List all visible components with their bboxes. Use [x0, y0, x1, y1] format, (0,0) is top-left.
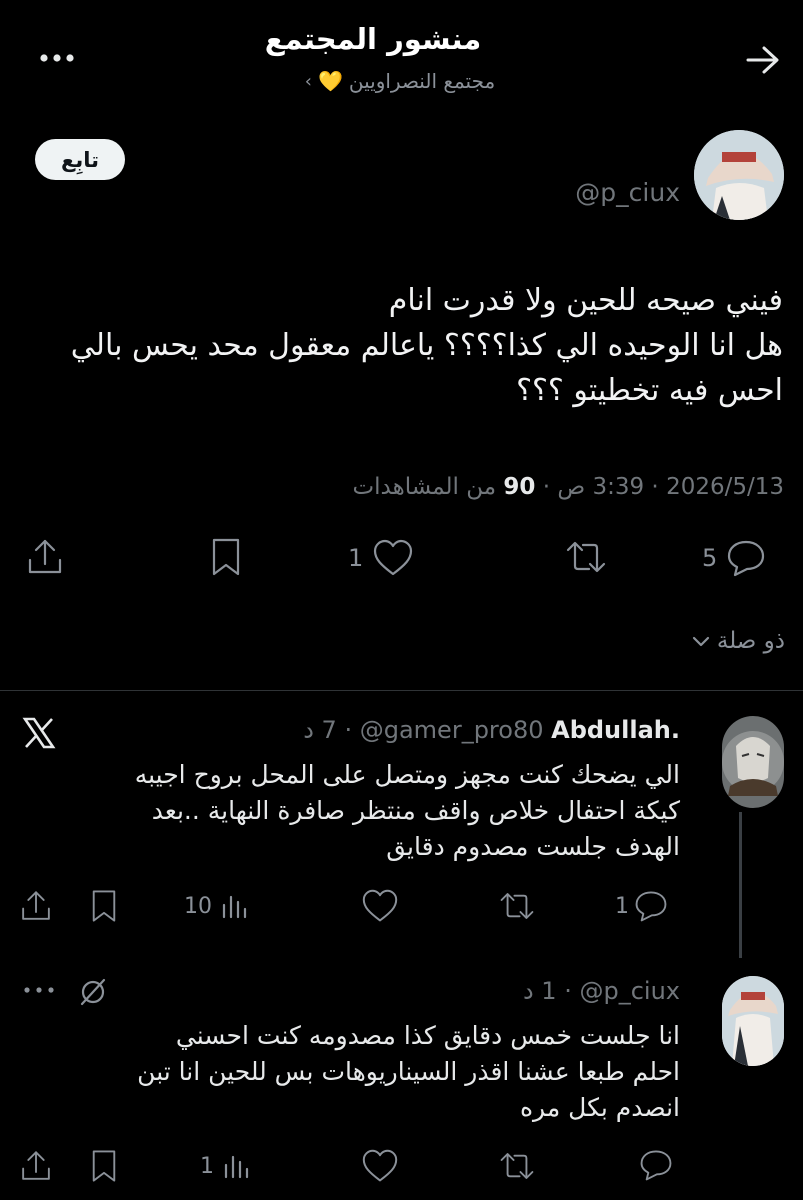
share-icon[interactable]	[18, 1148, 54, 1184]
bookmark-icon[interactable]	[208, 536, 244, 578]
post-time: 3:39 ص	[557, 474, 645, 500]
reply-count: 1	[615, 893, 629, 919]
reply-name[interactable]: Abdullah.	[551, 716, 680, 744]
reply-icon	[633, 889, 669, 923]
community-link[interactable]: مجتمع النصراويين 💛 ›	[280, 66, 520, 96]
heart-icon	[371, 538, 415, 578]
analytics-icon	[220, 891, 250, 921]
divider	[0, 690, 803, 691]
reply-button[interactable]: 5	[702, 536, 786, 580]
reply-line: كيكة احتفال خلاص واقف منتظر صافرة النهاي…	[151, 796, 680, 825]
meta-dot: ·	[535, 474, 551, 500]
chevron-icon: ›	[304, 70, 312, 92]
relevance-label: ذو صلة	[716, 628, 785, 654]
reply-line: الي يضحك كنت مجهز ومتصل على المحل بروح ا…	[134, 760, 680, 789]
reply-line: احلم طبعا عشنا اقذر السيناريوهات بس للحي…	[137, 1057, 680, 1086]
repost-icon[interactable]	[496, 1148, 538, 1184]
reply-header: Abdullah. @gamer_pro80 · 7 د	[200, 716, 680, 744]
reply-text: انا جلست خمس دقايق كذا مصدومه كنت احسني …	[30, 1018, 680, 1126]
reply-header: @p_ciux · 1 د	[300, 977, 680, 1005]
share-icon[interactable]	[24, 536, 66, 578]
reply-avatar[interactable]	[722, 976, 784, 1066]
views-label: من المشاهدات	[352, 474, 497, 500]
reply-count: 5	[702, 544, 718, 572]
views-button[interactable]: 10	[184, 888, 264, 924]
author-avatar[interactable]	[694, 130, 784, 220]
relevance-sort[interactable]: ذو صلة	[640, 625, 785, 657]
like-button[interactable]: 1	[348, 536, 430, 580]
reply-line: انا جلست خمس دقايق كذا مصدومه كنت احسني	[175, 1021, 680, 1050]
reply-text: الي يضحك كنت مجهز ومتصل على المحل بروح ا…	[30, 757, 680, 865]
post-text: فيني صيحه للحين ولا قدرت انام هل انا الو…	[20, 278, 783, 413]
repost-icon[interactable]	[496, 888, 538, 924]
community-name: مجتمع النصراويين	[348, 69, 496, 93]
repost-icon[interactable]	[562, 536, 610, 578]
views-count[interactable]: 90	[503, 474, 535, 500]
post-line: احس فيه تخطيتو ؟؟؟	[516, 373, 783, 408]
analytics-icon	[222, 1151, 252, 1181]
meta-dot: ·	[564, 977, 572, 1005]
like-count: 1	[348, 544, 364, 572]
reply-time: 7 د	[303, 716, 337, 744]
author-handle[interactable]: @p_ciux	[520, 178, 680, 207]
views-button[interactable]: 1	[200, 1148, 264, 1184]
follow-label: تابِع	[60, 147, 99, 172]
meta-dot: ·	[644, 474, 659, 500]
reply-icon[interactable]	[638, 1148, 676, 1184]
views-count: 10	[184, 893, 212, 919]
meta-dot: ·	[344, 716, 353, 744]
reply-time: 1 د	[522, 977, 557, 1005]
reply-handle[interactable]: @p_ciux	[579, 977, 680, 1005]
arrow-back-icon[interactable]	[744, 44, 782, 76]
bookmark-icon[interactable]	[88, 1148, 120, 1184]
share-icon[interactable]	[18, 888, 54, 924]
post-date: 2026/5/13	[666, 474, 784, 500]
reply-line: الهدف جلست مصدوم دقايق	[386, 832, 680, 861]
chevron-down-icon	[691, 634, 711, 648]
hidden-icon[interactable]	[76, 976, 110, 1008]
post-line: هل انا الوحيده الي كذا؟؟؟؟ ياعالم معقول …	[70, 328, 783, 363]
heart-emoji: 💛	[317, 69, 343, 93]
heart-icon[interactable]	[360, 1148, 400, 1184]
reply-handle[interactable]: @gamer_pro80	[360, 716, 544, 744]
more-icon[interactable]	[38, 46, 78, 70]
bookmark-icon[interactable]	[88, 888, 120, 924]
x-logo-icon	[22, 716, 56, 750]
follow-button[interactable]: تابِع	[35, 139, 125, 180]
heart-icon[interactable]	[360, 888, 400, 924]
views-count: 1	[200, 1153, 214, 1179]
post-line: فيني صيحه للحين ولا قدرت انام	[388, 283, 783, 318]
reply-line: انصدم بكل مره	[519, 1093, 680, 1122]
reply-avatar[interactable]	[722, 716, 784, 808]
more-icon[interactable]	[22, 980, 56, 1000]
page-title: منشور المجتمع	[264, 22, 482, 56]
post-meta: 2026/5/13 · 3:39 ص · 90 من المشاهدات	[200, 474, 784, 500]
reply-button[interactable]: 1	[615, 888, 685, 924]
reply-icon	[725, 538, 767, 578]
thread-line	[739, 812, 742, 958]
